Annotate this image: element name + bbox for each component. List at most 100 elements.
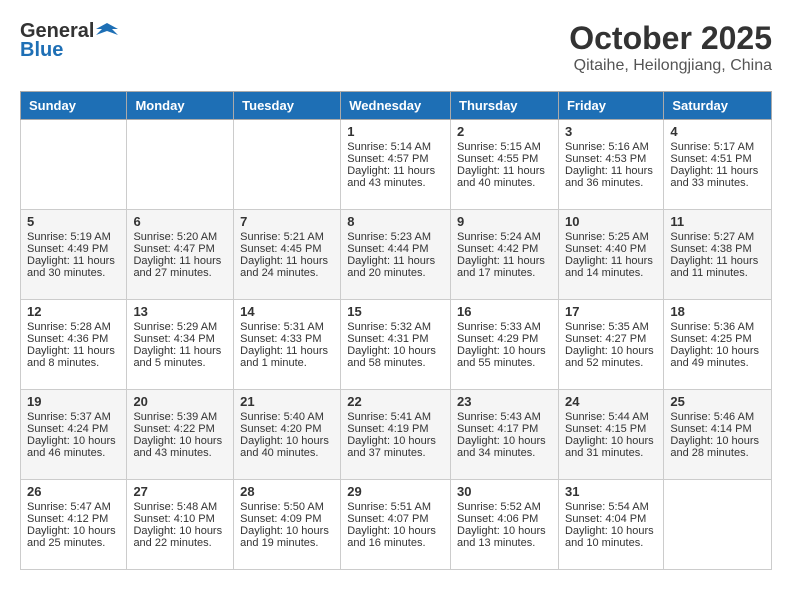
calendar-week-row: 1Sunrise: 5:14 AMSunset: 4:57 PMDaylight… — [21, 120, 772, 210]
daylight-text: Daylight: 11 hours and 27 minutes. — [133, 255, 227, 279]
sunrise-text: Sunrise: 5:14 AM — [347, 141, 444, 153]
calendar-cell: 10Sunrise: 5:25 AMSunset: 4:40 PMDayligh… — [558, 210, 663, 300]
sunrise-text: Sunrise: 5:15 AM — [457, 141, 552, 153]
daylight-text: Daylight: 10 hours and 37 minutes. — [347, 435, 444, 459]
weekday-header-friday: Friday — [558, 92, 663, 120]
calendar-cell: 8Sunrise: 5:23 AMSunset: 4:44 PMDaylight… — [341, 210, 451, 300]
sunrise-text: Sunrise: 5:20 AM — [133, 231, 227, 243]
calendar-cell: 27Sunrise: 5:48 AMSunset: 4:10 PMDayligh… — [127, 480, 234, 570]
daylight-text: Daylight: 11 hours and 40 minutes. — [457, 165, 552, 189]
calendar: SundayMondayTuesdayWednesdayThursdayFrid… — [20, 91, 772, 570]
weekday-header-monday: Monday — [127, 92, 234, 120]
daylight-text: Daylight: 10 hours and 40 minutes. — [240, 435, 334, 459]
sunset-text: Sunset: 4:24 PM — [27, 423, 120, 435]
calendar-week-row: 26Sunrise: 5:47 AMSunset: 4:12 PMDayligh… — [21, 480, 772, 570]
sunset-text: Sunset: 4:06 PM — [457, 513, 552, 525]
sunset-text: Sunset: 4:19 PM — [347, 423, 444, 435]
day-number: 11 — [670, 214, 765, 229]
daylight-text: Daylight: 11 hours and 24 minutes. — [240, 255, 334, 279]
day-number: 2 — [457, 124, 552, 139]
calendar-cell: 26Sunrise: 5:47 AMSunset: 4:12 PMDayligh… — [21, 480, 127, 570]
sunrise-text: Sunrise: 5:40 AM — [240, 411, 334, 423]
sunrise-text: Sunrise: 5:32 AM — [347, 321, 444, 333]
day-number: 20 — [133, 394, 227, 409]
daylight-text: Daylight: 11 hours and 17 minutes. — [457, 255, 552, 279]
daylight-text: Daylight: 10 hours and 43 minutes. — [133, 435, 227, 459]
day-number: 27 — [133, 484, 227, 499]
sunrise-text: Sunrise: 5:46 AM — [670, 411, 765, 423]
weekday-header-wednesday: Wednesday — [341, 92, 451, 120]
calendar-cell: 12Sunrise: 5:28 AMSunset: 4:36 PMDayligh… — [21, 300, 127, 390]
calendar-cell: 13Sunrise: 5:29 AMSunset: 4:34 PMDayligh… — [127, 300, 234, 390]
sunrise-text: Sunrise: 5:47 AM — [27, 501, 120, 513]
day-number: 26 — [27, 484, 120, 499]
sunset-text: Sunset: 4:47 PM — [133, 243, 227, 255]
calendar-cell: 2 Sunrise: 5:15 AMSunset: 4:55 PMDaylight… — [451, 120, 559, 210]
calendar-cell: 16 Sunrise: 5:33 AMSunset: 4:29 PMDayligh… — [451, 300, 559, 390]
daylight-text: Daylight: 11 hours and 43 minutes. — [347, 165, 444, 189]
daylight-text: Daylight: 10 hours and 25 minutes. — [27, 525, 120, 549]
calendar-cell: 3Sunrise: 5:16 AMSunset: 4:53 PMDaylight… — [558, 120, 663, 210]
sunrise-text: Sunrise: 5:35 AM — [565, 321, 657, 333]
calendar-cell: 29Sunrise: 5:51 AMSunset: 4:07 PMDayligh… — [341, 480, 451, 570]
sunset-text: Sunset: 4:33 PM — [240, 333, 334, 345]
calendar-cell: 21Sunrise: 5:40 AMSunset: 4:20 PMDayligh… — [234, 390, 341, 480]
day-number: 3 — [565, 124, 657, 139]
sunrise-text: Sunrise: 5:19 AM — [27, 231, 120, 243]
daylight-text: Daylight: 10 hours and 28 minutes. — [670, 435, 765, 459]
calendar-cell: 25Sunrise: 5:46 AMSunset: 4:14 PMDayligh… — [664, 390, 772, 480]
sunset-text: Sunset: 4:40 PM — [565, 243, 657, 255]
daylight-text: Daylight: 11 hours and 14 minutes. — [565, 255, 657, 279]
calendar-cell: 18Sunrise: 5:36 AMSunset: 4:25 PMDayligh… — [664, 300, 772, 390]
sunrise-text: Sunrise: 5:52 AM — [457, 501, 552, 513]
sunrise-text: Sunrise: 5:29 AM — [133, 321, 227, 333]
logo-bird-icon — [96, 21, 118, 43]
page-header: General Blue October 2025 Qitaihe, Heilo… — [20, 20, 772, 75]
daylight-text: Daylight: 10 hours and 10 minutes. — [565, 525, 657, 549]
calendar-cell: 23Sunrise: 5:43 AMSunset: 4:17 PMDayligh… — [451, 390, 559, 480]
calendar-cell: 17Sunrise: 5:35 AMSunset: 4:27 PMDayligh… — [558, 300, 663, 390]
sunrise-text: Sunrise: 5:44 AM — [565, 411, 657, 423]
sunset-text: Sunset: 4:31 PM — [347, 333, 444, 345]
sunset-text: Sunset: 4:55 PM — [457, 153, 552, 165]
daylight-text: Daylight: 10 hours and 58 minutes. — [347, 345, 444, 369]
day-number: 6 — [133, 214, 227, 229]
weekday-header-tuesday: Tuesday — [234, 92, 341, 120]
sunset-text: Sunset: 4:57 PM — [347, 153, 444, 165]
sunrise-text: Sunrise: 5:41 AM — [347, 411, 444, 423]
sunset-text: Sunset: 4:07 PM — [347, 513, 444, 525]
logo-blue: Blue — [20, 39, 63, 62]
sunset-text: Sunset: 4:20 PM — [240, 423, 334, 435]
day-number: 13 — [133, 304, 227, 319]
sunset-text: Sunset: 4:29 PM — [457, 333, 552, 345]
calendar-cell: 30Sunrise: 5:52 AMSunset: 4:06 PMDayligh… — [451, 480, 559, 570]
sunrise-text: Sunrise: 5:39 AM — [133, 411, 227, 423]
sunset-text: Sunset: 4:27 PM — [565, 333, 657, 345]
day-number: 18 — [670, 304, 765, 319]
sunrise-text: Sunrise: 5:43 AM — [457, 411, 552, 423]
weekday-header-row: SundayMondayTuesdayWednesdayThursdayFrid… — [21, 92, 772, 120]
sunset-text: Sunset: 4:14 PM — [670, 423, 765, 435]
calendar-cell: 15Sunrise: 5:32 AMSunset: 4:31 PMDayligh… — [341, 300, 451, 390]
daylight-text: Daylight: 10 hours and 49 minutes. — [670, 345, 765, 369]
sunset-text: Sunset: 4:04 PM — [565, 513, 657, 525]
sunrise-text: Sunrise: 5:33 AM — [457, 321, 552, 333]
daylight-text: Daylight: 10 hours and 55 minutes. — [457, 345, 552, 369]
sunrise-text: Sunrise: 5:21 AM — [240, 231, 334, 243]
sunset-text: Sunset: 4:53 PM — [565, 153, 657, 165]
calendar-cell: 24Sunrise: 5:44 AMSunset: 4:15 PMDayligh… — [558, 390, 663, 480]
sunrise-text: Sunrise: 5:36 AM — [670, 321, 765, 333]
sunrise-text: Sunrise: 5:17 AM — [670, 141, 765, 153]
day-number: 24 — [565, 394, 657, 409]
day-number: 17 — [565, 304, 657, 319]
calendar-cell: 5Sunrise: 5:19 AMSunset: 4:49 PMDaylight… — [21, 210, 127, 300]
day-number: 23 — [457, 394, 552, 409]
day-number: 16 — [457, 304, 552, 319]
calendar-cell — [21, 120, 127, 210]
sunset-text: Sunset: 4:10 PM — [133, 513, 227, 525]
sunset-text: Sunset: 4:17 PM — [457, 423, 552, 435]
calendar-cell: 4Sunrise: 5:17 AMSunset: 4:51 PMDaylight… — [664, 120, 772, 210]
daylight-text: Daylight: 11 hours and 5 minutes. — [133, 345, 227, 369]
calendar-cell: 11Sunrise: 5:27 AMSunset: 4:38 PMDayligh… — [664, 210, 772, 300]
sunrise-text: Sunrise: 5:37 AM — [27, 411, 120, 423]
